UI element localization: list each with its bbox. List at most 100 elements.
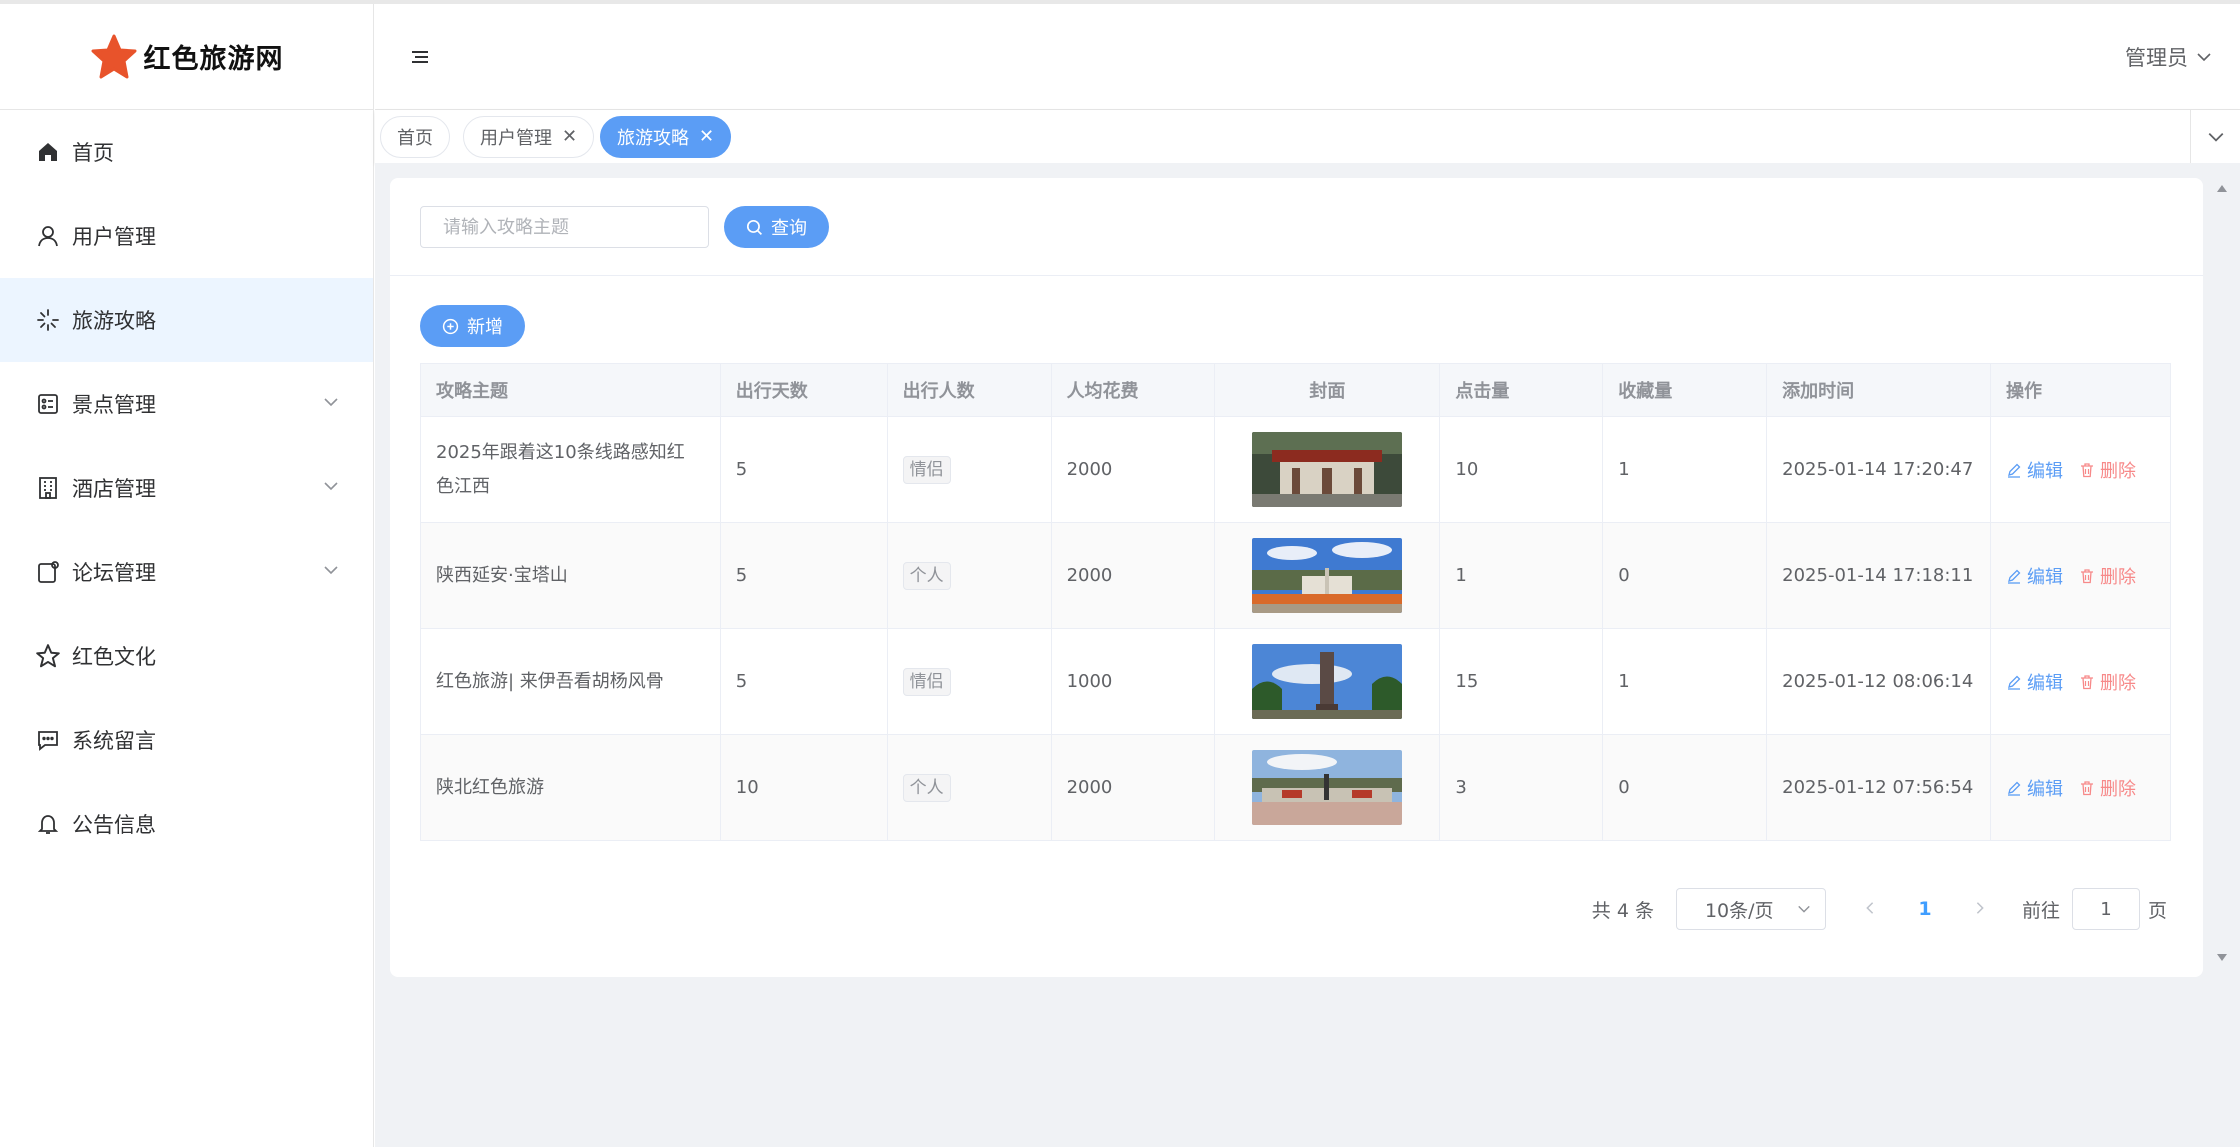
edit-button[interactable]: 编辑 [2006, 563, 2063, 589]
delete-label: 删除 [2100, 778, 2137, 800]
delete-label: 删除 [2100, 672, 2137, 694]
chevron-right-icon [1976, 902, 1984, 914]
added-time: 2025-01-14 17:18:11 [1766, 522, 1992, 629]
sidebar-item-home[interactable]: 首页 [0, 110, 373, 194]
edit-icon [2008, 675, 2021, 690]
sidebar-item-red-culture[interactable]: 红色文化 [0, 614, 373, 698]
click-count: 10 [1439, 416, 1604, 523]
sidebar-item-label: 红色文化 [72, 645, 156, 669]
added-time: 2025-01-14 17:20:47 [1766, 416, 1992, 523]
column-header: 攻略主题 [420, 363, 721, 417]
page-number[interactable]: 1 [1890, 898, 1960, 920]
column-header: 添加时间 [1766, 363, 1992, 417]
actions-cell: 编辑 删除 [1990, 734, 2171, 841]
tab-user-management[interactable]: 用户管理 ✕ [463, 116, 595, 158]
sidebar-item-announcements[interactable]: 公告信息 [0, 782, 373, 866]
toolbar: 新增 [420, 305, 525, 347]
close-icon[interactable]: ✕ [562, 128, 577, 146]
chevron-down-icon [2208, 132, 2223, 142]
tickets-icon [34, 390, 62, 418]
sidebar-item-label: 系统留言 [72, 729, 156, 753]
actions-cell: 编辑 删除 [1990, 416, 2171, 523]
click-count: 15 [1439, 628, 1604, 735]
pagination: 共 4 条 10条/页 1 前往 页 [1592, 888, 2167, 930]
add-button[interactable]: 新增 [420, 305, 525, 347]
sidebar-item-hotels[interactable]: 酒店管理 [0, 446, 373, 530]
tab-label: 首页 [397, 128, 433, 149]
search-input[interactable] [420, 206, 709, 248]
cover-image[interactable] [1252, 432, 1403, 507]
column-header: 操作 [1990, 363, 2171, 417]
cost-per-person: 2000 [1050, 734, 1216, 841]
office-building-icon [34, 474, 62, 502]
column-header: 收藏量 [1602, 363, 1768, 417]
add-button-label: 新增 [467, 317, 503, 338]
travel-days: 5 [719, 416, 888, 523]
sidebar-item-users[interactable]: 用户管理 [0, 194, 373, 278]
delete-icon [2081, 568, 2094, 583]
page-size-value: 10条/页 [1704, 899, 1774, 922]
delete-icon [2081, 674, 2094, 689]
search-button[interactable]: 查询 [724, 206, 829, 248]
user-dropdown[interactable]: 管理员 [2125, 42, 2212, 72]
guide-title: 2025年跟着这10条线路感知红色江西 [420, 416, 721, 523]
edit-icon [2008, 781, 2021, 796]
sidebar-item-forum[interactable]: 论坛管理 [0, 530, 373, 614]
page-size-select[interactable]: 10条/页 [1675, 888, 1826, 930]
delete-button[interactable]: 删除 [2079, 457, 2136, 483]
delete-label: 删除 [2100, 460, 2137, 482]
edit-icon [2008, 463, 2021, 478]
tab-label: 旅游攻略 [617, 128, 689, 149]
delete-label: 删除 [2100, 566, 2137, 588]
sidebar-item-travel-guides[interactable]: 旅游攻略 [0, 278, 373, 362]
sidebar-item-label: 论坛管理 [72, 561, 156, 585]
column-header: 人均花费 [1050, 363, 1216, 417]
cover-image[interactable] [1252, 644, 1403, 719]
star-logo-icon [91, 34, 136, 78]
sidebar-item-messages[interactable]: 系统留言 [0, 698, 373, 782]
tab-label: 用户管理 [480, 128, 552, 149]
table-row: 陕北红色旅游 10 个人 2000 3 0 2025-01-12 07:56:5… [420, 734, 2171, 841]
travel-days: 10 [719, 734, 888, 841]
tab-home[interactable]: 首页 [380, 116, 450, 158]
content-card: 查询 新增 攻略主题 出行天数 出行人数 人均花费 封面 [390, 178, 2203, 977]
cover-image[interactable] [1252, 750, 1403, 825]
click-count: 1 [1439, 522, 1604, 629]
scroll-up-arrow-icon[interactable] [2216, 183, 2228, 193]
chat-icon [34, 726, 62, 754]
added-time: 2025-01-12 08:06:14 [1766, 628, 1992, 735]
edit-icon [2008, 569, 2021, 584]
delete-button[interactable]: 删除 [2079, 669, 2136, 695]
search-button-label: 查询 [771, 218, 807, 239]
tabs-bar: 首页 用户管理 ✕ 旅游攻略 ✕ [375, 110, 2240, 163]
edit-button[interactable]: 编辑 [2006, 775, 2063, 801]
chevron-left-icon [1866, 902, 1874, 914]
chevron-down-icon [324, 482, 338, 491]
close-icon[interactable]: ✕ [699, 128, 714, 146]
sidebar-item-label: 酒店管理 [72, 477, 156, 501]
cover-image[interactable] [1252, 538, 1403, 613]
main-content: 查询 新增 攻略主题 出行天数 出行人数 人均花费 封面 [375, 163, 2240, 1147]
guide-title: 陕西延安·宝塔山 [420, 522, 721, 629]
edit-button[interactable]: 编辑 [2006, 669, 2063, 695]
delete-button[interactable]: 删除 [2079, 563, 2136, 589]
scroll-down-arrow-icon[interactable] [2216, 953, 2228, 963]
next-page-button[interactable] [1960, 898, 2000, 920]
menu-toggle-icon[interactable] [409, 46, 431, 68]
search-row: 查询 [420, 206, 829, 248]
delete-icon [2081, 462, 2094, 477]
sidebar-item-label: 旅游攻略 [72, 309, 156, 333]
circle-plus-icon [442, 318, 459, 334]
delete-button[interactable]: 删除 [2079, 775, 2136, 801]
total-count: 共 4 条 [1591, 899, 1654, 922]
sidebar-item-attractions[interactable]: 景点管理 [0, 362, 373, 446]
tab-travel-guides[interactable]: 旅游攻略 ✕ [600, 116, 732, 158]
cover-cell [1214, 734, 1441, 841]
edit-button[interactable]: 编辑 [2006, 457, 2063, 483]
added-time: 2025-01-12 07:56:54 [1766, 734, 1992, 841]
goto-page-input[interactable] [2071, 888, 2140, 930]
chevron-down-icon [2197, 53, 2211, 62]
tabs-dropdown-button[interactable] [2190, 110, 2240, 163]
prev-page-button[interactable] [1850, 898, 1890, 920]
edit-label: 编辑 [2027, 566, 2064, 588]
